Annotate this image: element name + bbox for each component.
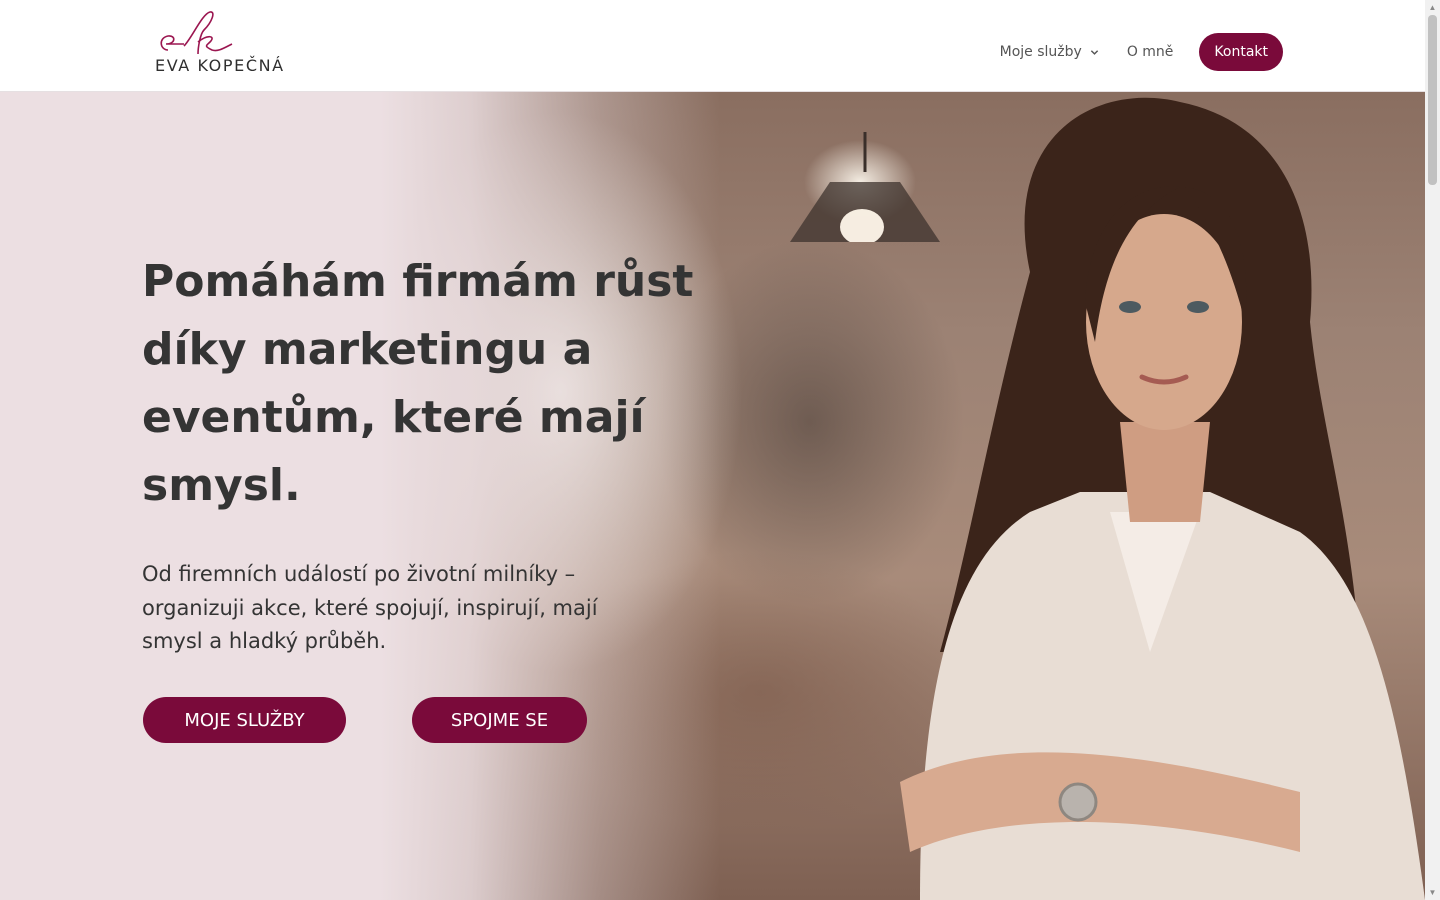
logo[interactable]: EVA KOPEČNÁ xyxy=(154,8,304,76)
scrollbar-thumb[interactable] xyxy=(1428,15,1437,185)
contact-button[interactable]: SPOJME SE xyxy=(412,697,587,743)
nav-contact-label: Kontakt xyxy=(1214,44,1268,60)
nav-item-services-label: Moje služby xyxy=(999,44,1082,60)
services-button[interactable]: MOJE SLUŽBY xyxy=(143,697,346,743)
chevron-down-icon xyxy=(1090,49,1098,55)
services-button-label: MOJE SLUŽBY xyxy=(184,709,305,731)
arrow-down-icon[interactable]: ▼ xyxy=(1425,885,1440,900)
site-header: EVA KOPEČNÁ Moje služby O mně Kontakt xyxy=(0,0,1425,92)
hero-headline: Pomáhám firmám růst díky marketingu a ev… xyxy=(142,256,694,511)
nav-contact-button[interactable]: Kontakt xyxy=(1199,33,1283,71)
logo-name: EVA KOPEČNÁ xyxy=(155,56,285,75)
nav-item-about[interactable]: O mně xyxy=(1127,44,1174,60)
hero-subheadline: Od firemních událostí po životní milníky… xyxy=(142,562,598,653)
page-scrollbar[interactable]: ▲ ▼ xyxy=(1425,0,1440,900)
nav-item-services[interactable]: Moje služby xyxy=(1000,44,1099,60)
nav-item-about-label: O mně xyxy=(1126,44,1174,60)
arrow-up-icon[interactable]: ▲ xyxy=(1425,0,1440,15)
contact-button-label: SPOJME SE xyxy=(450,709,549,731)
logo-monogram xyxy=(160,11,233,55)
hero-section: Pomáhám firmám růst díky marketingu a ev… xyxy=(0,92,1425,900)
main-nav: Moje služby O mně Kontakt xyxy=(1000,33,1283,71)
